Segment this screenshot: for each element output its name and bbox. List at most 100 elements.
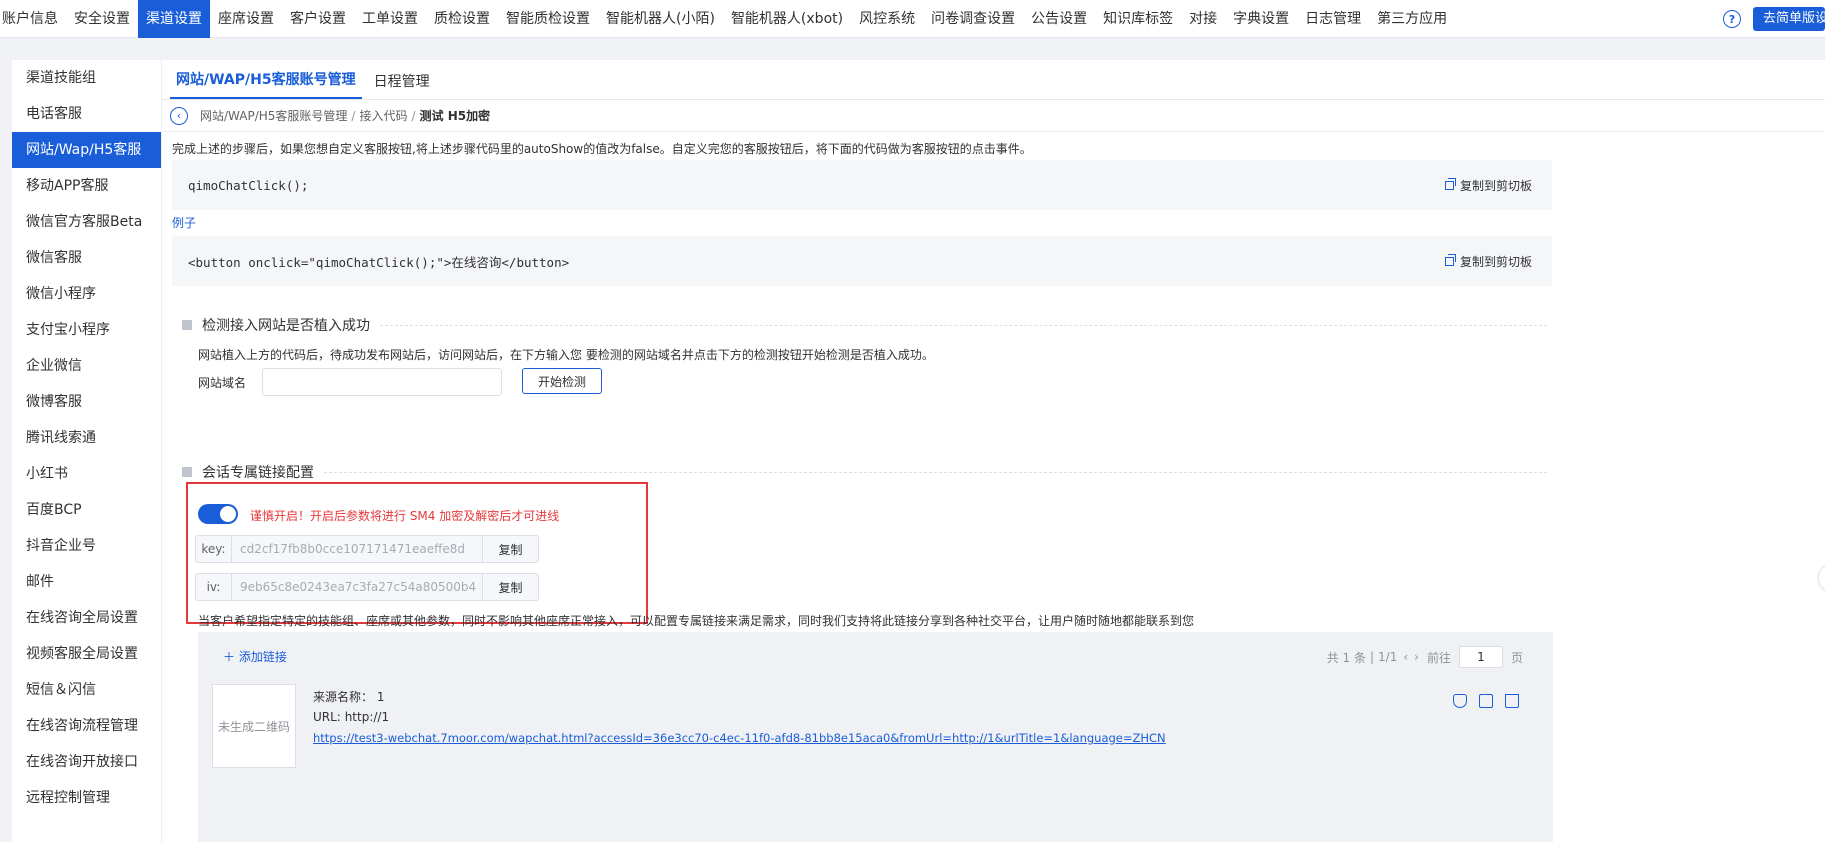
sidebar-item[interactable]: 视频客服全局设置 [12,636,161,672]
add-link-button[interactable]: ＋ 添加链接 [223,648,287,665]
sidebar-item[interactable]: 远程控制管理 [12,780,161,816]
top-nav-item[interactable]: 账户信息 [0,0,66,38]
top-nav-item[interactable]: 智能质检设置 [498,0,598,38]
breadcrumb-item[interactable]: 网站/WAP/H5客服账号管理 [200,107,347,124]
section-marker [182,320,192,330]
top-nav-item[interactable]: 公告设置 [1023,0,1095,38]
code-block-1: qimoChatClick(); 复制到剪切板 [172,160,1552,210]
delete-icon[interactable] [1505,694,1519,708]
top-nav-item[interactable]: 渠道设置 [138,0,210,38]
code-text: qimoChatClick(); [188,177,309,193]
record-actions [1453,694,1519,708]
example-label: 例子 [172,216,197,230]
link-description: 当客户希望指定特定的技能组、座席或其他参数，同时不影响其他座席正常接入，可以配置… [198,614,1195,628]
pager-input[interactable]: 1 [1458,646,1503,668]
top-nav-right: ? 去简单版设置 [1723,0,1825,38]
side-scroll-handle[interactable] [1819,564,1825,592]
breadcrumb-separator: / [351,108,356,123]
encryption-toggle[interactable] [198,504,238,524]
pager-total: 共 1 条 [1326,650,1366,665]
record-url: URL: http://1 [313,710,390,724]
sidebar-item[interactable]: 在线咨询流程管理 [12,708,161,744]
pagination: 共 1 条 | 1/1 ‹ › 前往 1 页 [1327,646,1523,668]
toggle-knob [220,506,236,522]
domain-label: 网站域名 [198,376,247,390]
top-nav-item[interactable]: 安全设置 [66,0,138,38]
simple-version-button[interactable]: 去简单版设置 [1753,7,1825,31]
sidebar-item[interactable]: 抖音企业号 [12,528,161,564]
top-nav-item[interactable]: 质检设置 [426,0,498,38]
sidebar-item[interactable]: 短信＆闪信 [12,672,161,708]
copy-icon [1444,253,1456,266]
pager-next-icon[interactable]: › [1414,650,1419,664]
intro-text: 完成上述的步骤后，如果您想自定义客服按钮,将上述步骤代码里的autoShow的值… [172,142,1032,156]
sidebar-item[interactable]: 小红书 [12,456,161,492]
sidebar-item[interactable]: 微博客服 [12,384,161,420]
top-nav-items: 账户信息 安全设置 渠道设置 座席设置 客户设置 工单设置 质检设置 智能质检设置 智能机器人(… [0,0,1455,38]
encryption-warning: 谨慎开启！开启后参数将进行 SM4 加密及解密后才可进线 [250,509,560,523]
section-link-title: 会话专属链接配置 [182,462,1547,482]
top-nav-item[interactable]: 工单设置 [354,0,426,38]
pager-prev-icon[interactable]: ‹ [1403,650,1408,664]
sidebar-item[interactable]: 在线咨询开放接口 [12,744,161,780]
section-marker [182,467,192,477]
top-nav-item[interactable]: 第三方应用 [1369,0,1455,38]
sidebar-item[interactable]: 微信官方客服Beta [12,204,161,240]
copy-iv-button[interactable]: 复制 [482,574,538,600]
sidebar-item[interactable]: 百度BCP [12,492,161,528]
qr-code-placeholder: 未生成二维码 [212,684,296,768]
sidebar-item[interactable]: 微信小程序 [12,276,161,312]
sidebar: 渠道技能组 电话客服 网站/Wap/H5客服 移动APP客服 微信官方客服Beta 微信客… [12,60,162,842]
sidebar-item[interactable]: 腾讯线索通 [12,420,161,456]
start-detect-button[interactable]: 开始检测 [522,368,602,394]
top-nav-item[interactable]: 日志管理 [1297,0,1369,38]
top-nav-item[interactable]: 座席设置 [210,0,282,38]
pager-goto-label: 前往 [1426,650,1451,665]
breadcrumb-current: 测试 H5加密 [419,109,491,123]
main-panel: 网站/WAP/H5客服账号管理 日程管理 ‹ 网站/WAP/H5客服账号管理 /… [162,60,1825,842]
top-nav-item[interactable]: 风控系统 [851,0,923,38]
tab-account-management[interactable]: 网站/WAP/H5客服账号管理 [170,69,362,99]
top-nav-item[interactable]: 知识库标签 [1095,0,1181,38]
copy-to-clipboard-button[interactable]: 复制到剪切板 [1444,253,1532,270]
help-icon[interactable]: ? [1723,10,1741,28]
link-list-panel: ＋ 添加链接 共 1 条 | 1/1 ‹ › 前往 1 页 未生成二维码 来源名… [198,632,1553,842]
tabs: 网站/WAP/H5客服账号管理 日程管理 [162,60,1825,100]
sidebar-item[interactable]: 企业微信 [12,348,161,384]
back-icon[interactable]: ‹ [170,106,188,125]
key-field: key: cd2cf17fb8b0cce107171471eaeffe8d 复制 [195,535,539,563]
sidebar-item[interactable]: 网站/Wap/H5客服 [12,132,161,168]
tab-schedule[interactable]: 日程管理 [368,71,436,99]
copy-icon [1444,177,1456,190]
top-nav-item[interactable]: 问卷调查设置 [923,0,1023,38]
top-nav-item[interactable]: 智能机器人(xbot) [723,0,851,38]
copy-to-clipboard-button[interactable]: 复制到剪切板 [1444,177,1532,194]
sidebar-item[interactable]: 电话客服 [12,96,161,132]
sidebar-item[interactable]: 移动APP客服 [12,168,161,204]
sidebar-item[interactable]: 邮件 [12,564,161,600]
top-nav-item[interactable]: 智能机器人(小陌) [598,0,723,38]
key-label: key: [196,536,232,562]
sidebar-item[interactable]: 微信客服 [12,240,161,276]
top-nav-item[interactable]: 对接 [1181,0,1225,38]
top-nav-item[interactable]: 客户设置 [282,0,354,38]
edit-icon[interactable] [1479,694,1493,708]
top-nav-item[interactable]: 字典设置 [1225,0,1297,38]
domain-input[interactable] [262,368,502,396]
sidebar-item[interactable]: 支付宝小程序 [12,312,161,348]
record-source: 来源名称： 1 [313,690,385,704]
copy-key-button[interactable]: 复制 [482,536,538,562]
section-divider [380,324,1547,326]
pager-divider: | [1369,650,1375,664]
section-detect-title: 检测接入网站是否植入成功 [182,315,1547,335]
sidebar-item[interactable]: 在线咨询全局设置 [12,600,161,636]
breadcrumb: ‹ 网站/WAP/H5客服账号管理 / 接入代码 / 测试 H5加密 [162,100,1825,132]
code-text: <button onclick="qimoChatClick();">在线咨询<… [188,254,570,270]
record-full-link[interactable]: https://test3-webchat.7moor.com/wapchat.… [313,731,1166,745]
sidebar-item[interactable]: 渠道技能组 [12,60,161,96]
plus-icon: ＋ [223,650,239,664]
shield-icon[interactable] [1453,694,1467,708]
breadcrumb-item[interactable]: 接入代码 [359,107,407,124]
iv-field: iv: 9eb65c8e0243ea7c3fa27c54a80500b4 复制 [195,573,539,601]
iv-label: iv: [196,574,232,600]
